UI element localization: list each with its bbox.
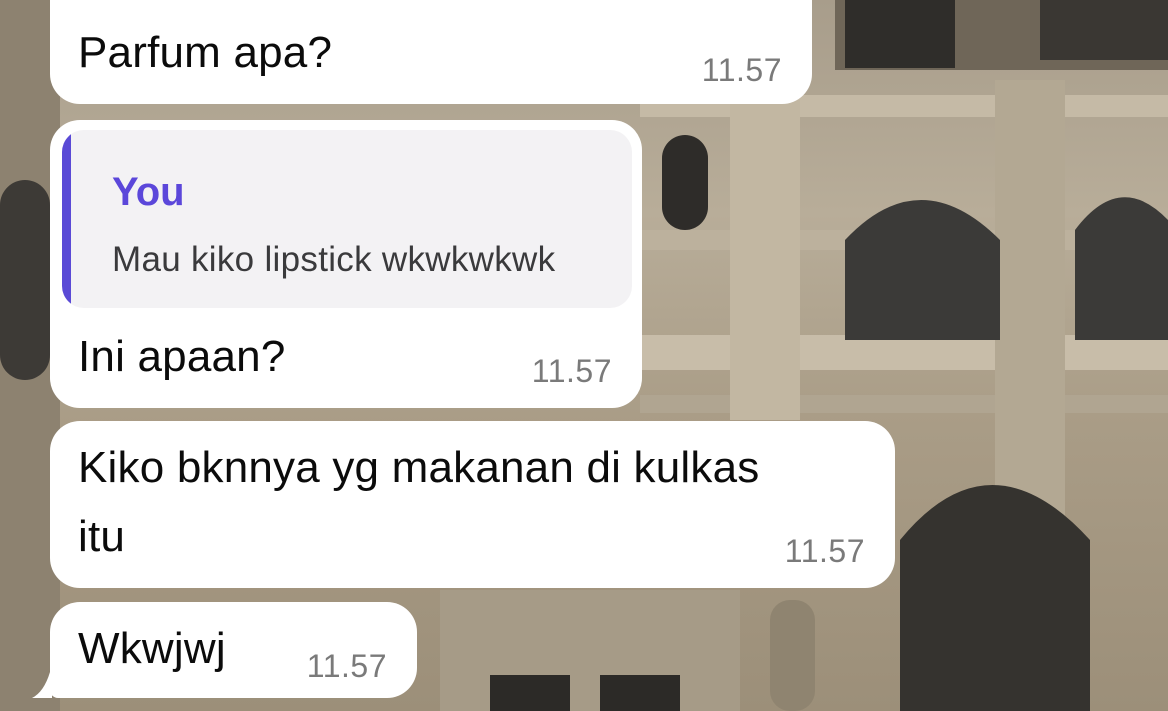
message-bubble[interactable]: Kiko bknnya yg makanan di kulkas itu 11.… — [50, 421, 895, 588]
quote-accent-bar — [62, 130, 71, 308]
message-timestamp: 11.57 — [784, 533, 865, 569]
message-text-line-2: itu — [78, 512, 126, 561]
message-bubble[interactable]: Wkwjwj 11.57 — [50, 602, 417, 698]
message-bubble[interactable]: Parfum apa? 11.57 — [50, 0, 812, 104]
quoted-author: You — [112, 170, 185, 214]
message-text: Ini apaan? — [78, 332, 286, 381]
quoted-message[interactable]: You Mau kiko lipstick wkwkwkwk — [62, 130, 632, 308]
message-timestamp: 11.57 — [701, 52, 782, 88]
message-text: Wkwjwj — [78, 624, 226, 673]
bubble-tail-icon — [32, 672, 52, 698]
message-timestamp: 11.57 — [306, 648, 387, 684]
message-text-line-1: Kiko bknnya yg makanan di kulkas — [78, 443, 760, 492]
message-text: Parfum apa? — [78, 28, 333, 77]
message-timestamp: 11.57 — [531, 353, 612, 389]
quoted-text: Mau kiko lipstick wkwkwkwk — [112, 240, 556, 279]
reply-message-bubble[interactable]: You Mau kiko lipstick wkwkwkwk Ini apaan… — [50, 120, 642, 408]
